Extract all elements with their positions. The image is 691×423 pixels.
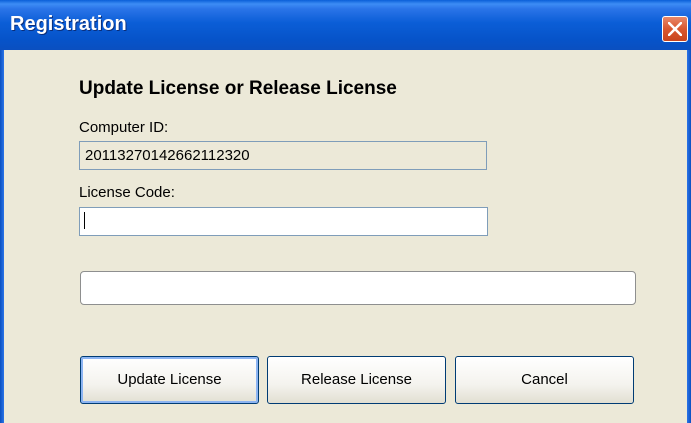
window-frame-right	[687, 50, 691, 423]
window-title: Registration	[10, 13, 127, 35]
close-button[interactable]	[662, 16, 688, 42]
license-code-input[interactable]	[79, 207, 488, 236]
computer-id-label: Computer ID:	[79, 119, 169, 136]
text-cursor	[84, 212, 85, 229]
release-license-button[interactable]: Release License	[267, 356, 446, 404]
dialog-heading: Update License or Release License	[79, 78, 397, 99]
window-frame-left	[0, 50, 4, 423]
license-code-label: License Code:	[79, 184, 175, 201]
cancel-button[interactable]: Cancel	[455, 356, 634, 404]
computer-id-field[interactable]: 20113270142662112320	[79, 141, 487, 170]
close-icon	[668, 22, 682, 36]
update-license-button[interactable]: Update License	[80, 356, 259, 404]
title-bar[interactable]: Registration	[0, 0, 691, 50]
registration-window: Registration Update License or Release L…	[0, 0, 691, 423]
status-field	[80, 271, 636, 305]
